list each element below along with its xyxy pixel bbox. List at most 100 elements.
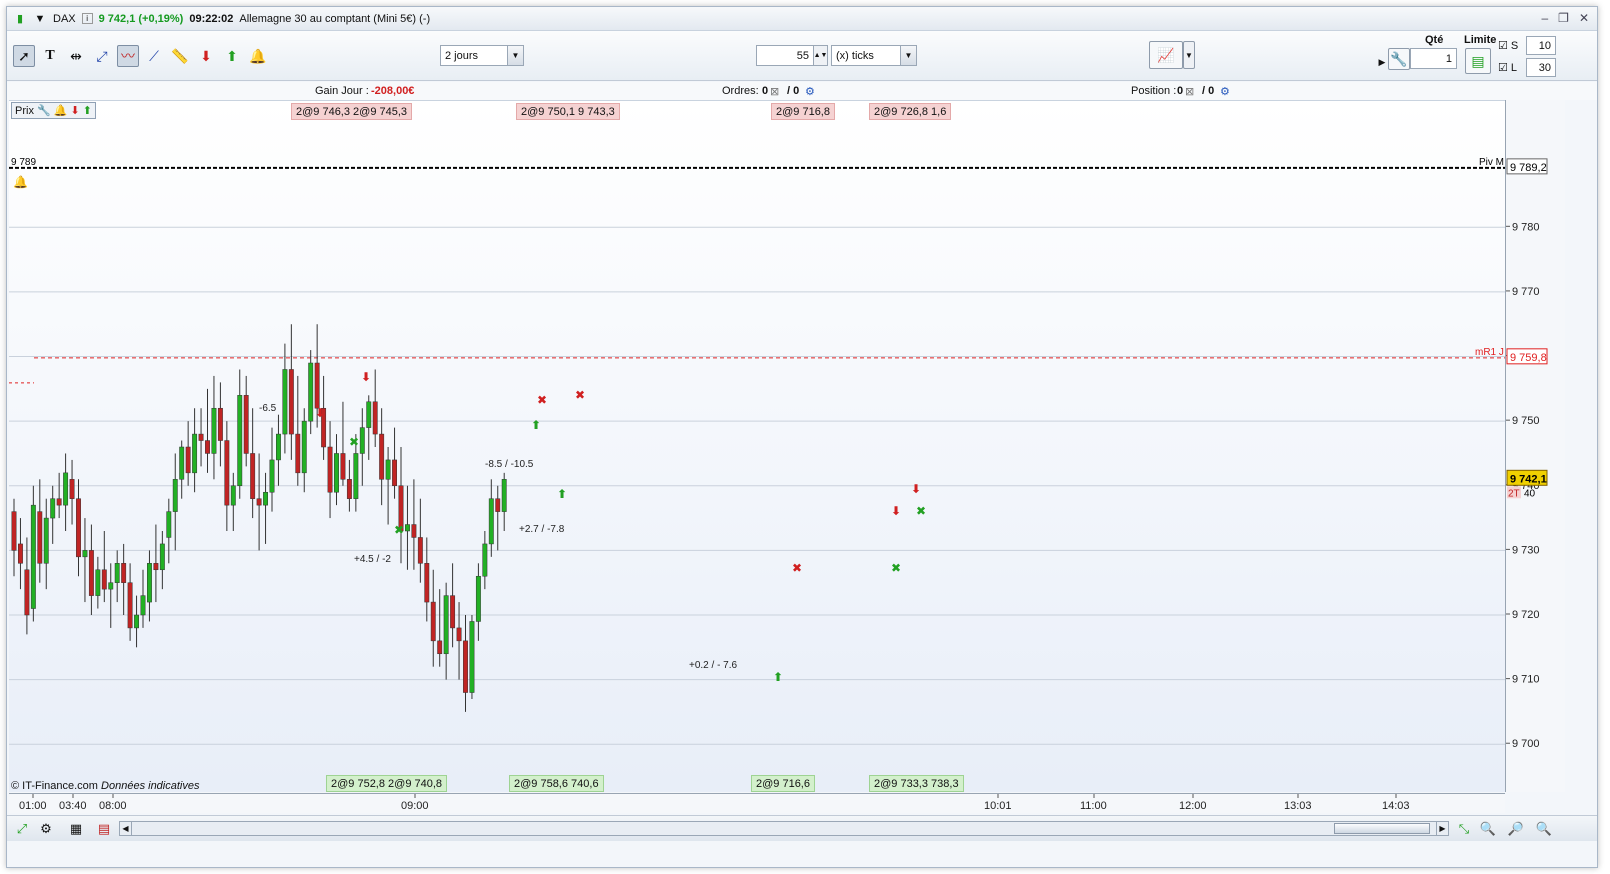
order-chip[interactable]: 2@9 746,3 2@9 745,3	[291, 103, 413, 120]
order-chip[interactable]: 2@9 750,1 9 743,3	[516, 103, 620, 120]
qty-value: 1	[1445, 52, 1452, 65]
price-axis[interactable]: 9 7009 7109 7209 7309 7409 7509 7609 770…	[1505, 100, 1565, 792]
minimize-icon[interactable]: –	[1541, 11, 1548, 25]
x-tick-label: 01:00	[19, 800, 47, 812]
sell-arrow-icon: ⬇	[315, 406, 325, 420]
expand-arrow-icon[interactable]: ▶	[1377, 51, 1387, 73]
order-chip[interactable]: 2@9 716,8	[771, 103, 835, 120]
candle-body	[114, 563, 120, 583]
position-count-b: / 0	[1202, 85, 1215, 97]
wrench-icon[interactable]: 🔧	[1388, 48, 1410, 70]
candle-body	[482, 543, 488, 577]
l-checkbox[interactable]: ☑ L	[1498, 61, 1517, 74]
limit-order-icon[interactable]: ▤	[1465, 48, 1491, 74]
alarm-bell-icon[interactable]: 🔔	[247, 45, 269, 67]
position-settings-icon[interactable]: ⚙	[1220, 85, 1230, 98]
candle-body	[488, 498, 494, 545]
restore-icon[interactable]: ❐	[1558, 11, 1569, 25]
pivot-price-label: 9 789,2	[1510, 162, 1547, 174]
candle-body	[198, 433, 204, 441]
qty-input[interactable]: 1	[1410, 48, 1457, 69]
candlestick-icon: ▮	[16, 13, 24, 25]
text-tool-icon[interactable]: T	[39, 45, 61, 67]
candle-body	[276, 433, 281, 461]
trade-chip[interactable]: 2@9 733,3 738,3	[869, 775, 964, 792]
candle-body	[475, 575, 481, 622]
position-icon[interactable]: ⊠	[1185, 85, 1194, 98]
orders-settings-icon[interactable]: ⚙	[805, 85, 815, 98]
time-axis[interactable]: 01:00 03:40 08:00 09:00 10:01 11:00 12:00 13:03…	[9, 793, 1505, 813]
candle-body	[450, 595, 456, 629]
scroll-left-icon[interactable]: ◀	[120, 822, 132, 835]
s-checkbox[interactable]: ☑ S	[1498, 39, 1518, 52]
position-label: Position :	[1131, 85, 1177, 97]
candle-body	[346, 479, 352, 499]
orders-count-a: 0	[762, 85, 769, 97]
indicators-icon[interactable]: ⚙	[37, 820, 55, 838]
scroll-thumb[interactable]	[1334, 823, 1430, 834]
autoscale-icon[interactable]: ⤡	[1455, 820, 1473, 838]
trade-chip[interactable]: 2@9 752,8 2@9 740,8	[326, 775, 448, 792]
ruler-tool-icon[interactable]: 📏	[169, 45, 191, 67]
price-chart[interactable]: 9 789 Piv M 🔔 mR1 J -6.5 +4.5 / -2 -8.5 / -10.…	[9, 101, 1505, 792]
zoom-in-icon[interactable]: 🔍	[1535, 820, 1553, 838]
scroll-right-icon[interactable]: ▶	[1436, 822, 1448, 835]
zoom-out-icon[interactable]: 🔎	[1507, 820, 1525, 838]
x-tick-label: 03:40	[59, 800, 87, 812]
pointer-tool-icon[interactable]: ➚	[13, 45, 35, 67]
line-draw-tool-icon[interactable]: ⟋	[143, 45, 165, 67]
period-select[interactable]: 2 jours ▼	[440, 45, 524, 66]
prix-panel[interactable]: Prix 🔧 🔔 ⬇ ⬆	[11, 102, 96, 119]
trade-chip[interactable]: 2@9 716,6	[751, 775, 815, 792]
x-tick-label: 14:03	[1382, 800, 1410, 812]
orders-icon[interactable]: ⊠	[770, 85, 779, 98]
instrument-name: Allemagne 30 au comptant (Mini 5€) (-)	[239, 12, 431, 25]
buy-arrow-icon[interactable]: ⬆	[221, 45, 243, 67]
horizontal-line-tool-icon[interactable]: ⇹	[65, 45, 87, 67]
chart-type-icon[interactable]: 📈	[1149, 41, 1183, 69]
chevron-down-icon[interactable]: ▼	[900, 46, 916, 65]
sell-arrow-icon[interactable]: ⬇	[195, 45, 217, 67]
zoom-fit-icon[interactable]: 🔍	[1479, 820, 1497, 838]
close-trade-icon: ✖	[792, 561, 802, 575]
alarm-bell-icon[interactable]: 🔔	[54, 104, 68, 117]
dropdown-icon[interactable]: ▼	[33, 12, 47, 26]
horizontal-scrollbar[interactable]: ◀ ▶	[119, 821, 1449, 836]
close-trade-icon: ✖	[394, 523, 404, 537]
buy-arrow-icon: ⬆	[557, 487, 567, 501]
candle-body	[88, 550, 94, 596]
orderbook-icon[interactable]: ▤	[95, 820, 113, 838]
trade-annotation: -6.5	[259, 403, 277, 414]
buy-arrow-icon[interactable]: ⬆	[83, 104, 92, 117]
chart-area[interactable]: 9 789 Piv M 🔔 mR1 J -6.5 +4.5 / -2 -8.5 / -10.…	[9, 100, 1505, 792]
candle-body	[250, 453, 256, 499]
candle-body	[63, 472, 69, 506]
gain-label: Gain Jour :	[315, 85, 369, 97]
orders-label: Ordres:	[722, 85, 759, 97]
buy-arrow-icon: ⬆	[773, 670, 783, 684]
x-tick-label: 11:00	[1080, 800, 1107, 812]
candle-body	[24, 569, 30, 616]
chevron-down-icon[interactable]: ▼	[1183, 41, 1195, 69]
trade-chip[interactable]: 2@9 758,6 740,6	[509, 775, 604, 792]
candle-body	[463, 640, 468, 693]
ticks-input[interactable]: 55 ▲▼	[756, 45, 828, 66]
time-axis-svg: 01:00 03:40 08:00 09:00 10:01 11:00 12:00 13:03…	[19, 794, 1410, 812]
indicator-tool-icon[interactable]: 〰	[117, 45, 139, 67]
candle-body	[385, 459, 391, 480]
x-tick-label: 09:00	[401, 800, 429, 812]
spinner-icon[interactable]: ▲▼	[813, 46, 827, 65]
candle-body	[205, 440, 210, 454]
wrench-icon[interactable]: 🔧	[37, 104, 51, 117]
sell-arrow-icon[interactable]: ⬇	[70, 104, 79, 117]
ticks-unit-select[interactable]: (x) ticks ▼	[831, 45, 917, 66]
close-icon[interactable]: ✕	[1579, 11, 1589, 25]
chevron-down-icon[interactable]: ▼	[507, 46, 523, 65]
chart-zoom-icon[interactable]: ⤢	[13, 820, 31, 838]
trendline-tool-icon[interactable]: ⤢	[91, 45, 113, 67]
l-input[interactable]: 30	[1526, 58, 1556, 77]
s-input[interactable]: 10	[1526, 36, 1556, 55]
info-icon[interactable]: i	[81, 13, 93, 24]
table-icon[interactable]: ▦	[67, 820, 85, 838]
order-chip[interactable]: 2@9 726,8 1,6	[869, 103, 952, 120]
